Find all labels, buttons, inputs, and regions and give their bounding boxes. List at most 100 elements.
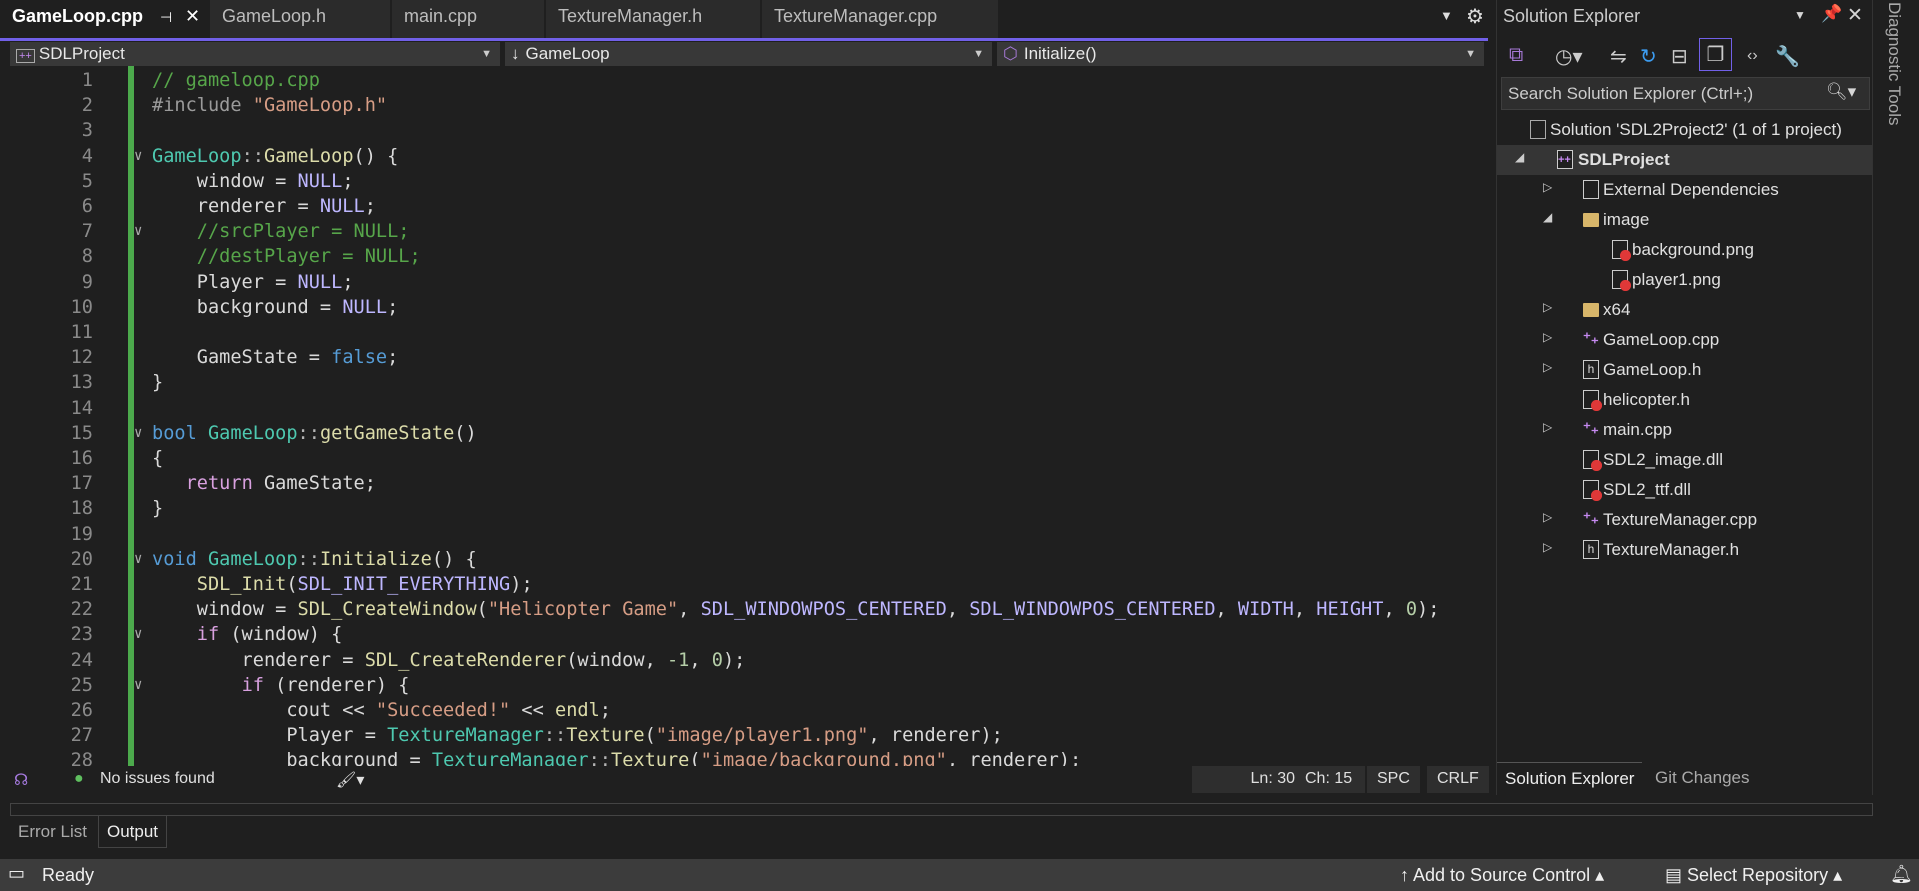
collapsed-arrow-icon[interactable]: ▷ bbox=[1543, 360, 1552, 374]
tab-texturemanager-cpp[interactable]: TextureManager.cpp bbox=[762, 0, 998, 38]
tree-item[interactable]: SDL2_ttf.dll bbox=[1497, 475, 1872, 505]
code-cleanup-icon[interactable]: 🖌▾ bbox=[336, 766, 364, 793]
code-line[interactable]: 13} bbox=[10, 370, 1485, 395]
tab-texturemanager-h[interactable]: TextureManager.h bbox=[546, 0, 760, 38]
collapsed-arrow-icon[interactable]: ▷ bbox=[1543, 330, 1552, 344]
sync-icon[interactable]: ⇋ bbox=[1610, 44, 1627, 69]
collapsed-arrow-icon[interactable]: ▷ bbox=[1543, 510, 1552, 524]
project-dropdown[interactable]: ++ SDLProject ▼ bbox=[10, 42, 500, 66]
code-line[interactable]: 8 //destPlayer = NULL; bbox=[10, 244, 1485, 269]
code-line[interactable]: 19 bbox=[10, 522, 1485, 547]
line-indicator[interactable]: Ln: 30 bbox=[1192, 766, 1305, 793]
code-line[interactable]: 22 window = SDL_CreateWindow("Helicopter… bbox=[10, 597, 1485, 622]
collapsed-arrow-icon[interactable]: ▷ bbox=[1543, 180, 1552, 194]
code-editor[interactable]: 1 // gameloop.cpp 2 #include "GameLoop.h" 3 4… bbox=[10, 66, 1485, 766]
fold-chevron-icon[interactable]: ∨ bbox=[134, 421, 142, 446]
tab-solution-explorer[interactable]: Solution Explorer bbox=[1497, 762, 1643, 795]
tab-output[interactable]: Output bbox=[98, 816, 168, 848]
code-line[interactable]: 25 ∨ if (renderer) { bbox=[10, 673, 1485, 698]
collapse-all-icon[interactable]: ⊟ bbox=[1671, 44, 1688, 69]
tab-git-changes[interactable]: Git Changes bbox=[1647, 762, 1758, 794]
gear-icon[interactable]: ⚙ bbox=[1466, 4, 1484, 29]
select-repository[interactable]: ▤ Select Repository ▴ bbox=[1665, 865, 1842, 886]
bell-icon[interactable]: 🔔︎ bbox=[1890, 864, 1913, 885]
code-line[interactable]: 28 background = TextureManager::Texture(… bbox=[10, 748, 1485, 766]
tree-item[interactable]: helicopter.h bbox=[1497, 385, 1872, 415]
tree-item[interactable]: ◢ image bbox=[1497, 205, 1872, 235]
tree-item[interactable]: ▷ h TextureManager.h bbox=[1497, 535, 1872, 565]
line-ending-indicator[interactable]: CRLF bbox=[1427, 766, 1489, 793]
code-line[interactable]: 21 SDL_Init(SDL_INIT_EVERYTHING); bbox=[10, 572, 1485, 597]
diagnostic-tools-tab[interactable]: Diagnostic Tools bbox=[1884, 2, 1904, 125]
code-line[interactable]: 1 // gameloop.cpp bbox=[10, 68, 1485, 93]
code-line[interactable]: 26 cout << "Succeeded!" << endl; bbox=[10, 698, 1485, 723]
search-solution-explorer[interactable]: Search Solution Explorer (Ctrl+;) 🔍︎▾ bbox=[1501, 77, 1870, 110]
tree-item[interactable]: ▷ h GameLoop.h bbox=[1497, 355, 1872, 385]
history-icon[interactable]: ◷▾ bbox=[1555, 44, 1583, 69]
code-line[interactable]: 7 ∨ //srcPlayer = NULL; bbox=[10, 219, 1485, 244]
code-line[interactable]: 14 bbox=[10, 396, 1485, 421]
code-line[interactable]: 23 ∨ if (window) { bbox=[10, 622, 1485, 647]
tree-item[interactable]: ▷ x64 bbox=[1497, 295, 1872, 325]
code-line[interactable]: 6 renderer = NULL; bbox=[10, 194, 1485, 219]
code-line[interactable]: 3 bbox=[10, 118, 1485, 143]
tab-main-cpp[interactable]: main.cpp bbox=[392, 0, 544, 38]
code-line[interactable]: 17 return GameState; bbox=[10, 471, 1485, 496]
collapsed-arrow-icon[interactable]: ▷ bbox=[1543, 540, 1552, 554]
refresh-icon[interactable]: ↻ bbox=[1640, 44, 1657, 69]
project-node[interactable]: ◢ ++ SDLProject bbox=[1497, 145, 1872, 175]
tree-item[interactable]: player1.png bbox=[1497, 265, 1872, 295]
expanded-arrow-icon[interactable]: ◢ bbox=[1515, 150, 1524, 164]
close-icon[interactable]: ✕ bbox=[185, 6, 200, 27]
code-line[interactable]: 4 ∨ GameLoop::GameLoop() { bbox=[10, 144, 1485, 169]
code-line[interactable]: 24 renderer = SDL_CreateRenderer(window,… bbox=[10, 648, 1485, 673]
solution-node[interactable]: Solution 'SDL2Project2' (1 of 1 project) bbox=[1497, 115, 1872, 145]
member-dropdown[interactable]: ⬡ Initialize() ▼ bbox=[997, 42, 1484, 66]
code-view-icon[interactable]: ‹› bbox=[1747, 47, 1758, 65]
code-line[interactable]: 12 GameState = false; bbox=[10, 345, 1485, 370]
collapsed-arrow-icon[interactable]: ▷ bbox=[1543, 420, 1552, 434]
add-to-source-control[interactable]: ↑ Add to Source Control ▴ bbox=[1400, 865, 1604, 886]
tree-item[interactable]: ▷ ⁺₊ main.cpp bbox=[1497, 415, 1872, 445]
tree-item[interactable]: ▷ External Dependencies bbox=[1497, 175, 1872, 205]
tab-gameloop-cpp[interactable]: GameLoop.cpp ⊣ ✕ bbox=[0, 0, 208, 38]
code-line[interactable]: 10 background = NULL; bbox=[10, 295, 1485, 320]
whitespace-indicator[interactable]: SPC bbox=[1367, 766, 1420, 793]
scope-dropdown[interactable]: ↓ GameLoop ▼ bbox=[505, 42, 992, 66]
tree-item[interactable]: ▷ ⁺₊ GameLoop.cpp bbox=[1497, 325, 1872, 355]
tab-error-list[interactable]: Error List bbox=[18, 822, 87, 842]
fold-chevron-icon[interactable]: ∨ bbox=[134, 673, 142, 698]
show-all-files-icon[interactable]: ❐ bbox=[1699, 38, 1732, 71]
copilot-icon[interactable]: ☊ bbox=[14, 766, 28, 793]
code-line[interactable]: 9 Player = NULL; bbox=[10, 270, 1485, 295]
expanded-arrow-icon[interactable]: ◢ bbox=[1543, 210, 1552, 224]
tab-gameloop-h[interactable]: GameLoop.h bbox=[210, 0, 390, 38]
pin-icon[interactable]: 📌 bbox=[1821, 4, 1842, 24]
source-control-label: Add to Source Control bbox=[1413, 865, 1591, 885]
code-line[interactable]: 20 ∨ void GameLoop::Initialize() { bbox=[10, 547, 1485, 572]
code-line[interactable]: 27 Player = TextureManager::Texture("ima… bbox=[10, 723, 1485, 748]
properties-wrench-icon[interactable]: 🔧 bbox=[1775, 44, 1800, 69]
panel-menu-icon[interactable]: ▼ bbox=[1794, 8, 1806, 22]
pin-icon[interactable]: ⊣ bbox=[160, 9, 172, 26]
code-token: -1 bbox=[666, 649, 690, 671]
column-indicator[interactable]: Ch: 15 bbox=[1295, 766, 1365, 793]
code-line[interactable]: 15 ∨ bool GameLoop::getGameState() bbox=[10, 421, 1485, 446]
collapsed-arrow-icon[interactable]: ▷ bbox=[1543, 300, 1552, 314]
fold-chevron-icon[interactable]: ∨ bbox=[134, 144, 142, 169]
tab-overflow-icon[interactable]: ▼ bbox=[1440, 8, 1453, 23]
code-line[interactable]: 16 { bbox=[10, 446, 1485, 471]
code-line[interactable]: 18} bbox=[10, 496, 1485, 521]
vs-switch-views-icon[interactable]: ⧉ bbox=[1509, 44, 1523, 67]
code-line[interactable]: 5 window = NULL; bbox=[10, 169, 1485, 194]
fold-chevron-icon[interactable]: ∨ bbox=[134, 547, 142, 572]
fold-chevron-icon[interactable]: ∨ bbox=[134, 219, 142, 244]
tree-item[interactable]: ▷ ⁺₊ TextureManager.cpp bbox=[1497, 505, 1872, 535]
issues-status[interactable]: No issues found bbox=[100, 766, 215, 793]
code-line[interactable]: 11 bbox=[10, 320, 1485, 345]
code-line[interactable]: 2 #include "GameLoop.h" bbox=[10, 93, 1485, 118]
tree-item[interactable]: background.png bbox=[1497, 235, 1872, 265]
tree-item[interactable]: SDL2_image.dll bbox=[1497, 445, 1872, 475]
close-icon[interactable]: ✕ bbox=[1847, 4, 1863, 27]
fold-chevron-icon[interactable]: ∨ bbox=[134, 622, 142, 647]
